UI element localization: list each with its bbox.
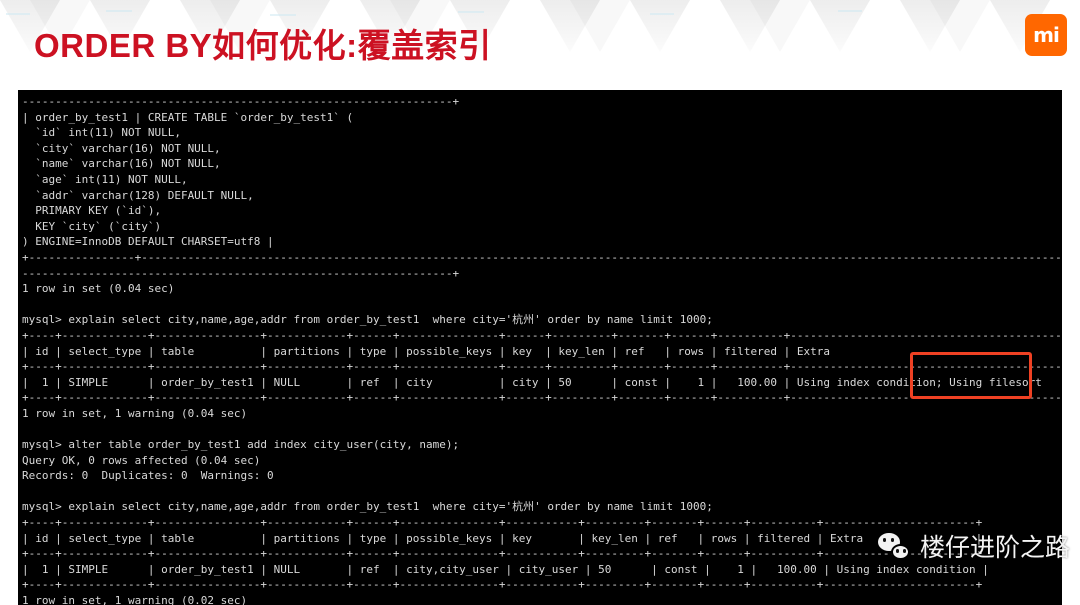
xiaomi-logo-glyph: mi [1033,23,1060,47]
presentation-slide: ORDER BY如何优化:覆盖索引 mi -------------------… [0,0,1080,605]
terminal-line: KEY `city` (`city`) [22,219,162,233]
terminal-line: 1 row in set, 1 warning (0.02 sec) [22,594,248,605]
terminal-line: mysql> explain select city,name,age,addr… [22,500,713,514]
slide-title-text: ORDER BY如何优化:覆盖索引 [34,27,492,64]
terminal-line: `addr` varchar(128) DEFAULT NULL, [22,188,254,202]
terminal-line: 1 row in set, 1 warning (0.04 sec) [22,406,248,420]
terminal-line: ) ENGINE=InnoDB DEFAULT CHARSET=utf8 | [22,235,274,249]
terminal-line: ----------------------------------------… [22,266,460,280]
terminal-line: `name` varchar(16) NOT NULL, [22,157,221,171]
terminal-line: Query OK, 0 rows affected (0.04 sec) [22,453,261,467]
terminal-output: ----------------------------------------… [18,90,1062,605]
terminal-line: | 1 | SIMPLE | order_by_test1 | NULL | r… [22,375,1062,389]
terminal-line: `age` int(11) NOT NULL, [22,172,188,186]
terminal-line: +----+-------------+----------------+---… [22,547,983,561]
terminal-line: | 1 | SIMPLE | order_by_test1 | NULL | r… [22,562,989,576]
terminal-line: +----+-------------+----------------+---… [22,578,983,592]
xiaomi-logo: mi [1025,14,1067,56]
terminal-line: | id | select_type | table | partitions … [22,344,1062,358]
terminal-line: 1 row in set (0.04 sec) [22,282,175,296]
terminal-line: Records: 0 Duplicates: 0 Warnings: 0 [22,469,274,483]
terminal-line: | order_by_test1 | CREATE TABLE `order_b… [22,110,354,124]
terminal-line: | id | select_type | table | partitions … [22,531,983,545]
terminal-line: PRIMARY KEY (`id`), [22,204,162,218]
terminal-line: +----+-------------+----------------+---… [22,391,1062,405]
terminal-line: `id` int(11) NOT NULL, [22,126,181,140]
terminal-line: mysql> explain select city,name,age,addr… [22,313,713,327]
terminal-line: mysql> alter table order_by_test1 add in… [22,438,460,452]
terminal-line: ----------------------------------------… [22,95,460,108]
terminal-line: +----------------+----------------------… [22,250,1062,264]
terminal-line: +----+-------------+----------------+---… [22,516,983,530]
page-title: ORDER BY如何优化:覆盖索引 [34,24,492,68]
terminal-line: +----+-------------+----------------+---… [22,360,1062,374]
terminal-line: +----+-------------+----------------+---… [22,328,1062,342]
mysql-terminal: ----------------------------------------… [18,90,1062,605]
terminal-line: `city` varchar(16) NOT NULL, [22,141,221,155]
